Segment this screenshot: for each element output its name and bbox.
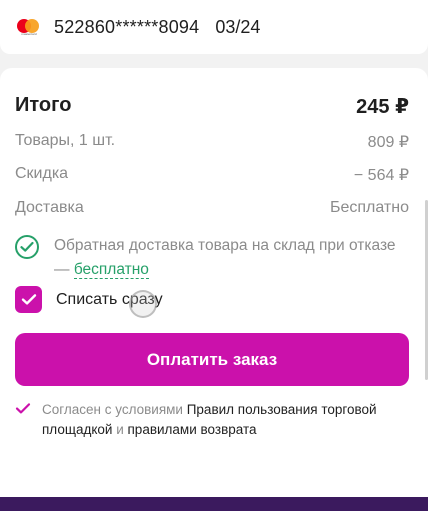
return-rules-link[interactable]: правилами возврата — [128, 422, 257, 437]
mastercard-caption: mastercard — [21, 32, 37, 36]
total-row: Итого 245 ₽ — [15, 94, 409, 119]
goods-value: 809 ₽ — [367, 134, 409, 151]
checkmark-icon — [15, 402, 33, 440]
free-return-link[interactable]: бесплатно — [73, 261, 149, 279]
terms-and-text: и — [112, 422, 128, 437]
goods-label: Товары, 1 шт. — [15, 132, 116, 149]
checkmark-icon — [21, 294, 36, 305]
delivery-row: Доставка Бесплатно — [15, 199, 409, 217]
total-label: Итого — [15, 94, 72, 116]
discount-row: Скидка − 564 ₽ — [15, 165, 409, 185]
terms-text: Согласен с условиями Правил пользования … — [42, 400, 412, 440]
check-circle-icon — [15, 235, 39, 259]
card-expiry: 03/24 — [215, 16, 261, 37]
discount-value: − 564 ₽ — [353, 167, 409, 184]
bottom-bar — [0, 497, 428, 511]
write-off-checkbox[interactable] — [15, 286, 42, 313]
return-delivery-text: Обратная доставка товара на склад при от… — [54, 234, 409, 282]
delivery-value: Бесплатно — [329, 199, 409, 216]
terms-agree-text: Согласен с условиями — [42, 402, 187, 417]
delivery-label: Доставка — [15, 199, 84, 216]
payment-card-row[interactable]: mastercard 522860******8094 03/24 — [0, 0, 428, 54]
discount-label: Скидка — [15, 165, 69, 182]
goods-row: Товары, 1 шт. 809 ₽ — [15, 132, 409, 152]
terms-agreement: Согласен с условиями Правил пользования … — [15, 400, 412, 440]
pay-order-button[interactable]: Оплатить заказ — [15, 333, 409, 386]
touch-indicator — [129, 290, 157, 318]
mastercard-icon: mastercard — [16, 17, 42, 37]
card-number: 522860******8094 — [54, 16, 200, 37]
total-value: 245 ₽ — [356, 96, 409, 118]
order-summary: Итого 245 ₽ Товары, 1 шт. 809 ₽ Скидка −… — [0, 68, 428, 498]
return-delivery-info: Обратная доставка товара на склад при от… — [15, 234, 409, 282]
